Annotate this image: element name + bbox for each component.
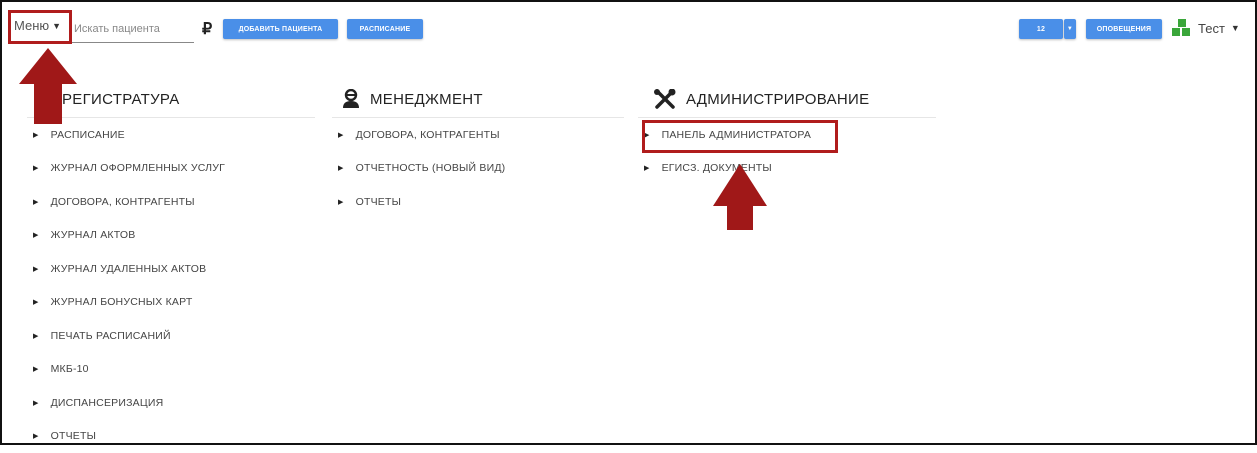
menu-highlight-box (8, 10, 72, 44)
triangle-right-icon: ▶ (33, 231, 39, 239)
menu-item-label: ДИСПАНСЕРИЗАЦИЯ (51, 397, 164, 409)
menu-item[interactable]: ▶ ЖУРНАЛ АКТОВ (27, 219, 315, 253)
triangle-right-icon: ▶ (33, 198, 39, 206)
menu-list: ▶ ДОГОВОРА, КОНТРАГЕНТЫ ▶ ОТЧЕТНОСТЬ (НОВЫ… (332, 118, 624, 219)
schedule-button[interactable]: РАСПИСАНИЕ (347, 19, 423, 39)
menu-item-label: МКБ-10 (51, 363, 89, 375)
app-window: Меню ▼ ₽ ДОБАВИТЬ ПАЦИЕНТА РАСПИСАНИЕ 12… (0, 0, 1257, 445)
user-menu[interactable]: Тест ▼ (1172, 19, 1240, 37)
menu-item-label: ЖУРНАЛ УДАЛЕННЫХ АКТОВ (51, 263, 207, 275)
arrow-up-icon (19, 48, 77, 124)
admin-panel-highlight-box (642, 120, 838, 153)
menu-item-label: ОТЧЕТНОСТЬ (НОВЫЙ ВИД) (356, 162, 506, 174)
triangle-right-icon: ▶ (33, 164, 39, 172)
triangle-right-icon: ▶ (33, 332, 39, 340)
menu-item-label: ЖУРНАЛ ОФОРМЛЕННЫХ УСЛУГ (51, 162, 225, 174)
column-title: МЕНЕДЖМЕНТ (370, 91, 483, 108)
menu-item[interactable]: ▶ МКБ-10 (27, 353, 315, 387)
column-heading: АДМИНИСТРИРОВАНИЕ (638, 86, 936, 118)
search-patient-input[interactable] (72, 16, 194, 43)
tools-icon (654, 89, 676, 109)
menu-item[interactable]: ▶ ОТЧЕТЫ (27, 420, 315, 453)
column-registry: РЕГИСТРАТУРА ▶ РАСПИСАНИЕ ▶ ЖУРНАЛ ОФОРМЛЕ… (27, 86, 315, 453)
column-management: МЕНЕДЖМЕНТ ▶ ДОГОВОРА, КОНТРАГЕНТЫ ▶ ОТЧЕТ… (332, 86, 624, 219)
person-icon (342, 89, 360, 109)
menu-item[interactable]: ▶ ДИСПАНСЕРИЗАЦИЯ (27, 386, 315, 420)
arrow-up-icon (713, 164, 767, 230)
triangle-right-icon: ▶ (644, 164, 650, 172)
menu-item[interactable]: ▶ЕГИСЗ. ДОКУМЕНТЫ (638, 152, 936, 186)
triangle-right-icon: ▶ (33, 131, 39, 139)
triangle-right-icon: ▶ (33, 432, 39, 440)
menu-item-label: ДОГОВОРА, КОНТРАГЕНТЫ (51, 196, 195, 208)
triangle-right-icon: ▶ (33, 399, 39, 407)
menu-item[interactable]: ▶ ОТЧЕТНОСТЬ (НОВЫЙ ВИД) (332, 152, 624, 186)
menu-item-label: РАСПИСАНИЕ (51, 129, 125, 141)
menu-item-label: ОТЧЕТЫ (356, 196, 402, 208)
column-title: АДМИНИСТРИРОВАНИЕ (686, 91, 869, 108)
triangle-right-icon: ▶ (33, 298, 39, 306)
top-bar: Меню ▼ ₽ ДОБАВИТЬ ПАЦИЕНТА РАСПИСАНИЕ 12… (2, 2, 1255, 48)
menu-item-label: ДОГОВОРА, КОНТРАГЕНТЫ (356, 129, 500, 141)
menu-item-label: ЖУРНАЛ БОНУСНЫХ КАРТ (51, 296, 193, 308)
counter-button[interactable]: 12 (1019, 19, 1063, 39)
caret-down-icon: ▼ (1231, 23, 1240, 33)
ruble-icon[interactable]: ₽ (202, 19, 212, 39)
plant-icon (1172, 19, 1192, 37)
triangle-right-icon: ▶ (338, 198, 344, 206)
notifications-button[interactable]: ОПОВЕЩЕНИЯ (1086, 19, 1162, 39)
menu-item[interactable]: ▶ ОТЧЕТЫ (332, 185, 624, 219)
menu-list: ▶ РАСПИСАНИЕ ▶ ЖУРНАЛ ОФОРМЛЕННЫХ УСЛУГ ▶ Д… (27, 118, 315, 453)
menu-item[interactable]: ▶ ЖУРНАЛ ОФОРМЛЕННЫХ УСЛУГ (27, 152, 315, 186)
counter-dropdown-icon[interactable]: ▼ (1064, 19, 1076, 39)
column-heading: МЕНЕДЖМЕНТ (332, 86, 624, 118)
triangle-right-icon: ▶ (33, 265, 39, 273)
menu-item[interactable]: ▶ ЖУРНАЛ БОНУСНЫХ КАРТ (27, 286, 315, 320)
menu-item-label: ОТЧЕТЫ (51, 430, 97, 442)
menu-item[interactable]: ▶ ПЕЧАТЬ РАСПИСАНИЙ (27, 319, 315, 353)
menu-item-label: ПЕЧАТЬ РАСПИСАНИЙ (51, 330, 171, 342)
column-title: РЕГИСТРАТУРА (62, 91, 180, 108)
triangle-right-icon: ▶ (338, 131, 344, 139)
menu-item-label: ЖУРНАЛ АКТОВ (51, 229, 136, 241)
menu-item[interactable]: ▶ ЖУРНАЛ УДАЛЕННЫХ АКТОВ (27, 252, 315, 286)
triangle-right-icon: ▶ (338, 164, 344, 172)
add-patient-button[interactable]: ДОБАВИТЬ ПАЦИЕНТА (223, 19, 338, 39)
menu-item[interactable]: ▶ ДОГОВОРА, КОНТРАГЕНТЫ (27, 185, 315, 219)
menu-item[interactable]: ▶ ДОГОВОРА, КОНТРАГЕНТЫ (332, 118, 624, 152)
triangle-right-icon: ▶ (33, 365, 39, 373)
user-label: Тест (1198, 21, 1225, 36)
